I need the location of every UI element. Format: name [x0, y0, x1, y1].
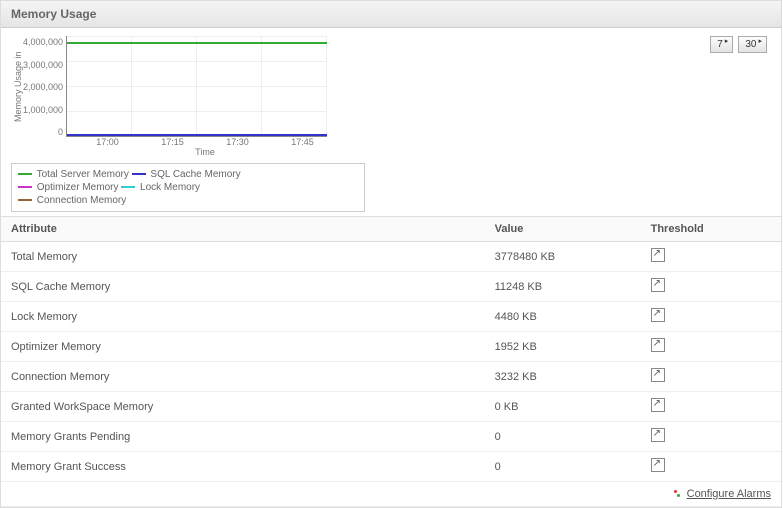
attribute-table: Attribute Value Threshold Total Memory37…	[1, 216, 781, 507]
table-row: Lock Memory4480 KB	[1, 302, 781, 332]
threshold-edit-icon[interactable]	[651, 458, 665, 472]
legend-label: Total Server Memory	[37, 169, 129, 180]
chart-y-ticks: 4,000,000 3,000,000 2,000,000 1,000,000 …	[23, 37, 66, 137]
value-cell: 0	[485, 422, 641, 452]
value-cell: 0 KB	[485, 392, 641, 422]
attr-cell: Memory Grants Pending	[1, 422, 485, 452]
x-tick: 17:30	[226, 137, 249, 147]
y-tick: 4,000,000	[23, 37, 63, 47]
value-cell: 1952 KB	[485, 332, 641, 362]
table-row: SQL Cache Memory11248 KB	[1, 272, 781, 302]
chart-x-axis-label: Time	[75, 147, 335, 157]
chart-x-ticks: 17:00 17:15 17:30 17:45	[75, 137, 335, 147]
attr-cell: SQL Cache Memory	[1, 272, 485, 302]
legend-label: Optimizer Memory	[37, 182, 119, 193]
table-row: Connection Memory3232 KB	[1, 362, 781, 392]
legend-label: Connection Memory	[37, 195, 126, 206]
configure-alarms-link[interactable]: Configure Alarms	[687, 488, 771, 500]
threshold-edit-icon[interactable]	[651, 338, 665, 352]
time-range-30-button[interactable]: 30	[738, 36, 767, 53]
col-header-threshold: Threshold	[641, 217, 781, 242]
attr-cell: Optimizer Memory	[1, 332, 485, 362]
x-tick: 17:15	[161, 137, 184, 147]
legend-swatch	[18, 186, 32, 188]
table-row: Granted WorkSpace Memory0 KB	[1, 392, 781, 422]
y-tick: 2,000,000	[23, 82, 63, 92]
y-tick: 0	[58, 127, 63, 137]
y-tick: 1,000,000	[23, 105, 63, 115]
x-tick: 17:00	[96, 137, 119, 147]
memory-usage-panel: Memory Usage 7 30 Memory Usage in 4,000,…	[0, 0, 782, 508]
value-cell: 0	[485, 452, 641, 482]
threshold-edit-icon[interactable]	[651, 428, 665, 442]
value-cell: 4480 KB	[485, 302, 641, 332]
threshold-edit-icon[interactable]	[651, 278, 665, 292]
attr-cell: Memory Grant Success	[1, 452, 485, 482]
table-row: Total Memory3778480 KB	[1, 242, 781, 272]
threshold-edit-icon[interactable]	[651, 248, 665, 262]
legend-swatch	[18, 199, 32, 201]
threshold-edit-icon[interactable]	[651, 308, 665, 322]
series-near-zero-group	[67, 134, 327, 136]
threshold-edit-icon[interactable]	[651, 398, 665, 412]
time-range-buttons: 7 30	[708, 36, 767, 53]
panel-title: Memory Usage	[1, 1, 781, 28]
value-cell: 11248 KB	[485, 272, 641, 302]
legend-swatch	[132, 173, 146, 175]
chart-y-axis-label: Memory Usage in	[11, 37, 23, 137]
attr-cell: Total Memory	[1, 242, 485, 272]
attr-cell: Granted WorkSpace Memory	[1, 392, 485, 422]
traffic-light-icon	[674, 490, 682, 498]
attr-cell: Lock Memory	[1, 302, 485, 332]
threshold-edit-icon[interactable]	[651, 368, 665, 382]
x-tick: 17:45	[291, 137, 314, 147]
value-cell: 3778480 KB	[485, 242, 641, 272]
legend-label: Lock Memory	[140, 182, 200, 193]
time-range-7-button[interactable]: 7	[710, 36, 733, 53]
col-header-value: Value	[485, 217, 641, 242]
legend-swatch	[121, 186, 135, 188]
legend-label: SQL Cache Memory	[150, 169, 240, 180]
attr-cell: Connection Memory	[1, 362, 485, 392]
chart-legend: Total Server Memory SQL Cache Memory Opt…	[11, 163, 365, 212]
value-cell: 3232 KB	[485, 362, 641, 392]
series-total-server-memory	[67, 42, 327, 44]
legend-swatch	[18, 173, 32, 175]
chart-plot	[66, 36, 327, 137]
col-header-attribute: Attribute	[1, 217, 485, 242]
y-tick: 3,000,000	[23, 60, 63, 70]
chart-area: 7 30 Memory Usage in 4,000,000 3,000,000…	[1, 28, 781, 216]
table-row: Memory Grants Pending0	[1, 422, 781, 452]
table-row: Memory Grant Success0	[1, 452, 781, 482]
table-row: Optimizer Memory1952 KB	[1, 332, 781, 362]
